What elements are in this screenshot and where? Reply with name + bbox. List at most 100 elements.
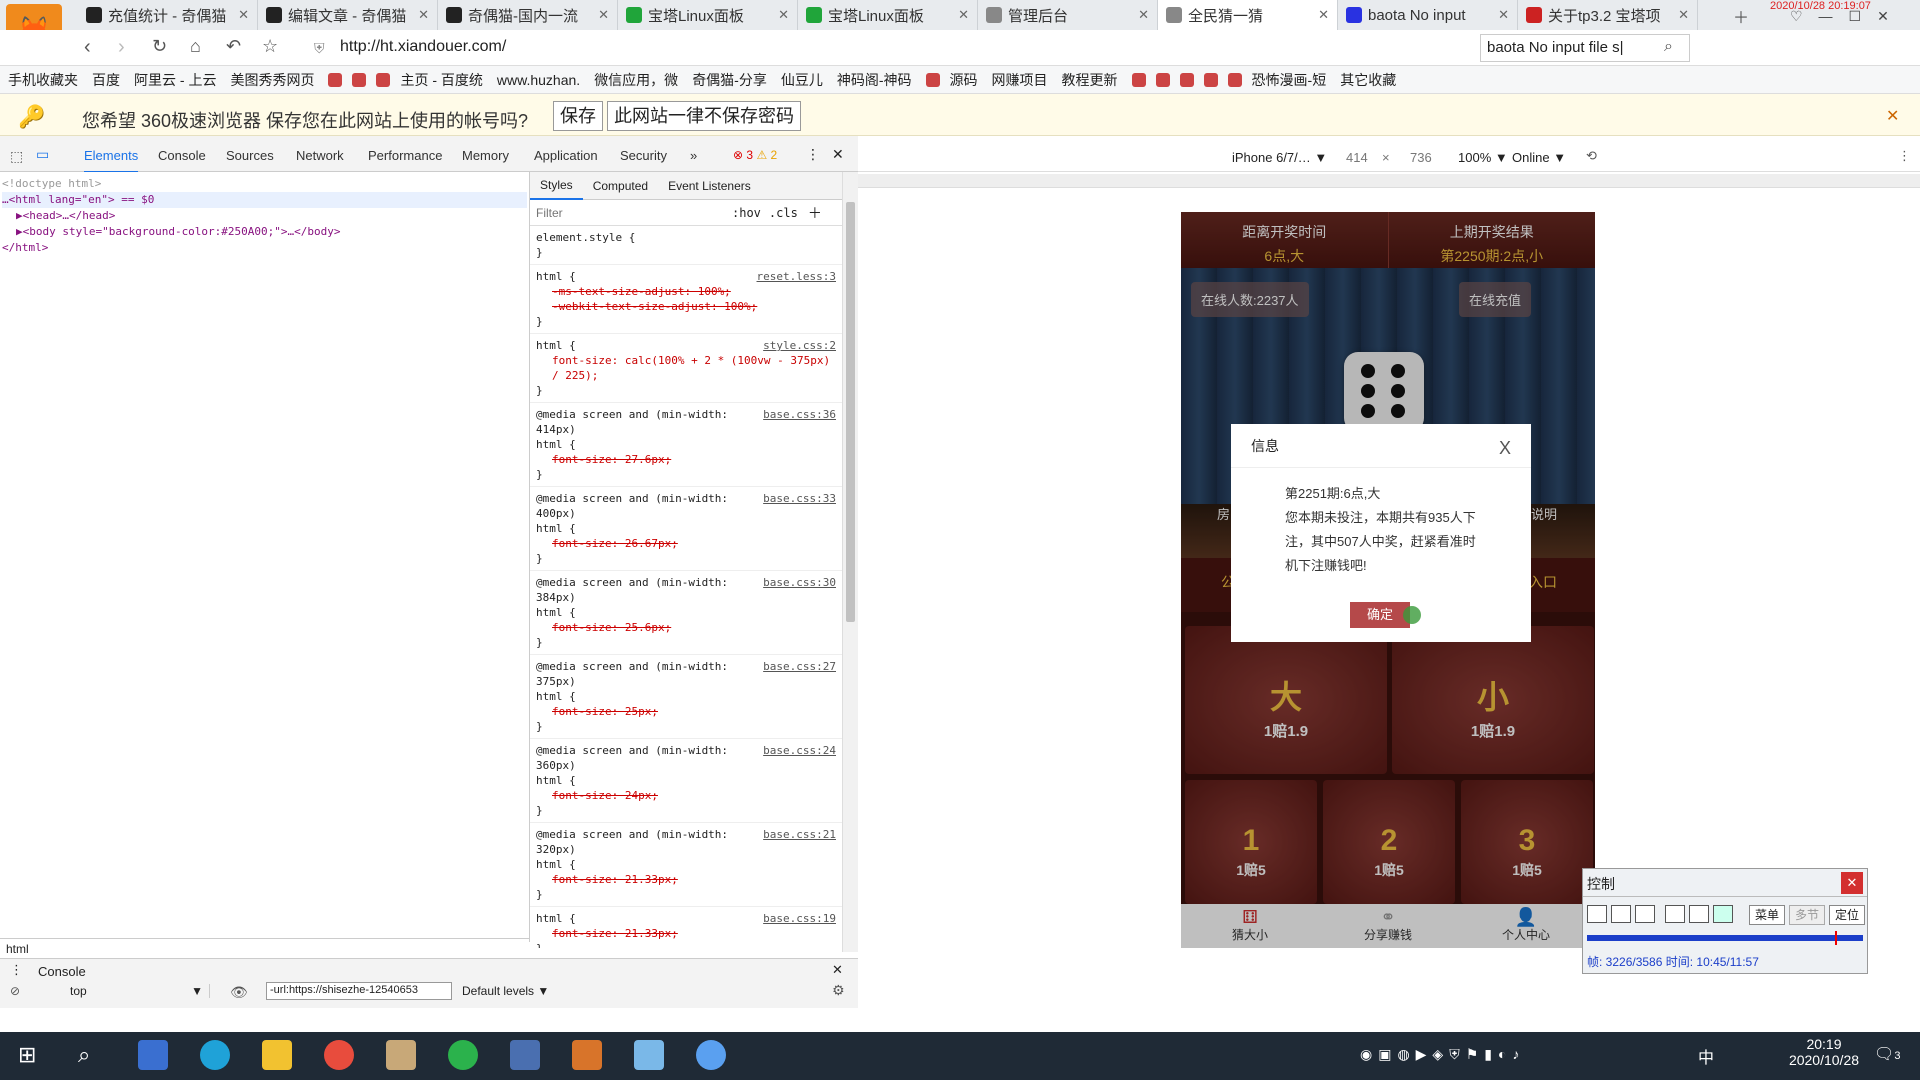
never-save-button[interactable]: 此网站一律不保存密码 bbox=[607, 101, 801, 131]
notepad-icon[interactable] bbox=[386, 1040, 416, 1070]
modal-close-button[interactable]: X bbox=[1499, 438, 1511, 459]
tab-close-icon[interactable]: ✕ bbox=[1138, 7, 1149, 23]
rule-declaration[interactable]: font-size: 24px; bbox=[536, 788, 836, 803]
capture-icon[interactable] bbox=[1665, 905, 1685, 923]
playback-progress[interactable] bbox=[1587, 931, 1863, 945]
browser-tab[interactable]: baota No input ✕ bbox=[1338, 0, 1518, 30]
devtools-tab-memory[interactable]: Memory bbox=[462, 148, 509, 163]
browser-tab[interactable]: 奇偶猫-国内一流 ✕ bbox=[438, 0, 618, 30]
bookmark-icon[interactable] bbox=[1155, 72, 1170, 87]
tab-close-icon[interactable]: ✕ bbox=[1678, 7, 1689, 23]
rule-source-link[interactable]: base.css:27 bbox=[763, 659, 836, 674]
bookmark-icon[interactable] bbox=[376, 72, 391, 87]
bookmark-item[interactable]: 阿里云 - 上云 bbox=[134, 70, 216, 90]
issues-counter[interactable]: ⊗ 3 ⚠ 2 bbox=[733, 148, 777, 162]
bookmark-item[interactable]: 奇偶猫-分享 bbox=[692, 70, 767, 90]
browser-360-icon[interactable] bbox=[324, 1040, 354, 1070]
bookmark-item[interactable]: 微信应用，微 bbox=[594, 70, 678, 90]
locate-button[interactable]: 定位 bbox=[1829, 905, 1865, 925]
rule-source-link[interactable]: reset.less:3 bbox=[757, 269, 836, 284]
styles-tab[interactable]: Computed bbox=[583, 179, 658, 193]
bookmark-item[interactable]: 网赚项目 bbox=[992, 70, 1048, 90]
style-rule[interactable]: style.css:2 html {font-size: calc(100% + … bbox=[530, 334, 842, 403]
device-width-input[interactable]: 414 bbox=[1346, 150, 1368, 165]
browser-tab[interactable]: 编辑文章 - 奇偶猫 ✕ bbox=[258, 0, 438, 30]
bookmark-icon[interactable] bbox=[1179, 72, 1194, 87]
bookmark-icon[interactable] bbox=[925, 72, 940, 87]
styles-tab[interactable]: Styles bbox=[530, 172, 583, 200]
close-icon[interactable]: ✕ bbox=[1886, 106, 1899, 126]
window-controls[interactable]: ♡—☐✕ bbox=[1790, 8, 1905, 25]
multi-button[interactable]: 多节 bbox=[1789, 905, 1825, 925]
style-rule[interactable]: element.style {} bbox=[530, 226, 842, 265]
style-rule[interactable]: base.css:33 @media screen and (min-width:… bbox=[530, 487, 842, 571]
edge-icon[interactable] bbox=[200, 1040, 230, 1070]
search-icon[interactable]: ⌕ bbox=[1664, 38, 1673, 56]
bookmark-item[interactable]: 主页 - 百度统 bbox=[400, 70, 482, 90]
devtools-close-icon[interactable]: ✕ bbox=[832, 146, 844, 163]
rule-source-link[interactable]: base.css:36 bbox=[763, 407, 836, 422]
more-tabs-icon[interactable]: » bbox=[690, 148, 697, 163]
browser-tab[interactable]: 管理后台 ✕ bbox=[978, 0, 1158, 30]
bookmark-icon[interactable] bbox=[1131, 72, 1146, 87]
dom-node[interactable]: <!doctype html> bbox=[2, 176, 527, 192]
devtools-tab-elements[interactable]: Elements bbox=[84, 148, 139, 173]
bookmark-item[interactable]: 教程更新 bbox=[1062, 70, 1118, 90]
style-rule[interactable]: base.css:27 @media screen and (min-width:… bbox=[530, 655, 842, 739]
dom-node[interactable]: …<html lang="en"> == $0 bbox=[2, 192, 527, 208]
network-tool-icon[interactable] bbox=[696, 1040, 726, 1070]
zoom-select[interactable]: 100% ▼ bbox=[1458, 150, 1508, 165]
bookmark-item[interactable]: 源码 bbox=[950, 70, 978, 90]
device-more-icon[interactable]: ⋮ bbox=[1898, 148, 1911, 164]
bookmark-icon[interactable] bbox=[328, 72, 343, 87]
record-icon[interactable] bbox=[1713, 905, 1733, 923]
rule-source-link[interactable]: base.css:24 bbox=[763, 743, 836, 758]
control-close-icon[interactable]: ✕ bbox=[1841, 872, 1863, 894]
bookmark-item[interactable]: 恐怖漫画-短 bbox=[1252, 70, 1327, 90]
bookmark-item[interactable]: 美图秀秀网页 bbox=[230, 70, 314, 90]
computer-icon[interactable] bbox=[138, 1040, 168, 1070]
editor-icon[interactable] bbox=[634, 1040, 664, 1070]
add-rule-icon[interactable]: ＋ bbox=[808, 203, 822, 223]
tab-close-icon[interactable]: ✕ bbox=[958, 7, 969, 23]
rotate-icon[interactable]: ⟲ bbox=[1586, 148, 1597, 164]
devtools-tab-console[interactable]: Console bbox=[158, 148, 206, 163]
style-rule[interactable]: base.css:36 @media screen and (min-width:… bbox=[530, 403, 842, 487]
forward-icon[interactable]: › bbox=[118, 36, 125, 59]
rule-declaration[interactable]: -webkit-text-size-adjust: 100%; bbox=[536, 299, 836, 314]
bookmark-item[interactable]: www.huzhan. bbox=[497, 72, 580, 88]
devtools-tab-network[interactable]: Network bbox=[296, 148, 344, 163]
devtools-tab-sources[interactable]: Sources bbox=[226, 148, 274, 163]
folder-icon[interactable] bbox=[262, 1040, 292, 1070]
stop-icon[interactable] bbox=[1611, 905, 1631, 923]
device-toggle-icon[interactable]: ▭ bbox=[36, 146, 49, 163]
levels-select[interactable]: Default levels ▼ bbox=[462, 984, 549, 998]
rule-declaration[interactable]: font-size: 25px; bbox=[536, 704, 836, 719]
browser-tab[interactable]: 宝塔Linux面板 ✕ bbox=[618, 0, 798, 30]
archive-icon[interactable] bbox=[572, 1040, 602, 1070]
rule-source-link[interactable]: base.css:30 bbox=[763, 575, 836, 590]
cls-toggle[interactable]: .cls bbox=[769, 206, 798, 220]
console-tab[interactable]: Console bbox=[38, 964, 86, 979]
styles-filter-input[interactable] bbox=[536, 205, 726, 220]
rule-source-link[interactable]: style.css:2 bbox=[763, 338, 836, 353]
undo-icon[interactable]: ↶ bbox=[226, 36, 241, 57]
browser-tab[interactable]: 关于tp3.2 宝塔项 ✕ bbox=[1518, 0, 1698, 30]
console-filter-input[interactable]: -url:https://shisezhe-12540653 bbox=[266, 982, 452, 1000]
tab-close-icon[interactable]: ✕ bbox=[418, 7, 429, 23]
start-icon[interactable]: ⊞ bbox=[18, 1042, 36, 1068]
rule-declaration[interactable]: font-size: calc(100% + 2 * (100vw - 375p… bbox=[536, 353, 836, 383]
search-icon[interactable]: ⌕ bbox=[78, 1042, 90, 1068]
breadcrumb[interactable]: html bbox=[0, 938, 530, 958]
search-input[interactable]: baota No input file s| bbox=[1480, 34, 1690, 62]
devtools-tab-performance[interactable]: Performance bbox=[368, 148, 442, 163]
browser-tab[interactable]: 充值统计 - 奇偶猫 ✕ bbox=[78, 0, 258, 30]
rule-source-link[interactable]: base.css:21 bbox=[763, 827, 836, 842]
ime-indicator[interactable]: 中 bbox=[1698, 1044, 1714, 1068]
clock[interactable]: 20:19 2020/10/28 bbox=[1784, 1036, 1864, 1068]
forward-icon[interactable] bbox=[1635, 905, 1655, 923]
browser-tab[interactable]: 宝塔Linux面板 ✕ bbox=[798, 0, 978, 30]
drawer-menu-icon[interactable]: ⋮ bbox=[10, 962, 23, 978]
inspect-icon[interactable]: ⬚ bbox=[10, 148, 23, 165]
browser-tab[interactable]: 全民猜一猜 ✕ bbox=[1158, 0, 1338, 30]
